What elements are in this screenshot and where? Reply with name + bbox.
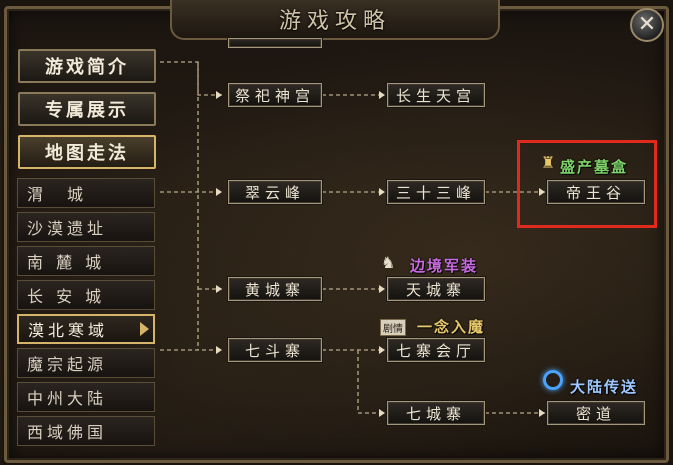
route-node-huangcheng[interactable]: 黄城寨 (228, 277, 322, 301)
route-node-tiancheng[interactable]: 天城寨 (387, 277, 485, 301)
story-tag: 剧情 (380, 319, 406, 336)
feature-label-continent: 大陆传送 (570, 378, 639, 396)
route-node-changsheng[interactable]: 长生天宫 (387, 83, 485, 107)
route-node-qidou[interactable]: 七斗寨 (228, 338, 322, 362)
feature-label-border: 边境军装 (410, 257, 479, 275)
route-node-midao[interactable]: 密道 (547, 401, 645, 425)
node-label: 七寨会厅 (395, 341, 476, 360)
node-label: 翠云峰 (244, 183, 305, 202)
node-label: 天城寨 (405, 280, 466, 299)
route-node-cuiyun[interactable]: 翠云峰 (228, 180, 322, 204)
route-node-qicheng[interactable]: 七城寨 (387, 401, 485, 425)
highlight-box (517, 140, 657, 228)
node-label: 三十三峰 (395, 183, 476, 202)
node-label: 长生天宫 (395, 86, 476, 105)
route-node-stub (228, 38, 322, 48)
armor-icon: ♞ (381, 253, 396, 272)
teleport-portal-icon (543, 370, 563, 390)
node-label: 七城寨 (405, 404, 466, 423)
node-label: 密道 (575, 404, 616, 423)
node-label: 七斗寨 (244, 341, 305, 360)
node-label: 黄城寨 (244, 280, 305, 299)
route-node-sanshisan[interactable]: 三十三峰 (387, 180, 485, 204)
node-label: 祭祀神宫 (234, 86, 315, 105)
feature-label-demon: 一念入魔 (417, 318, 486, 336)
game-guide-window: 游戏攻略 ✕ 游戏简介 专属展示 地图走法 渭 城 沙漠遗址 南 麓 城 长 安… (0, 0, 673, 465)
route-node-jisi[interactable]: 祭祀神宫 (228, 83, 322, 107)
route-node-qizhai[interactable]: 七寨会厅 (387, 338, 485, 362)
